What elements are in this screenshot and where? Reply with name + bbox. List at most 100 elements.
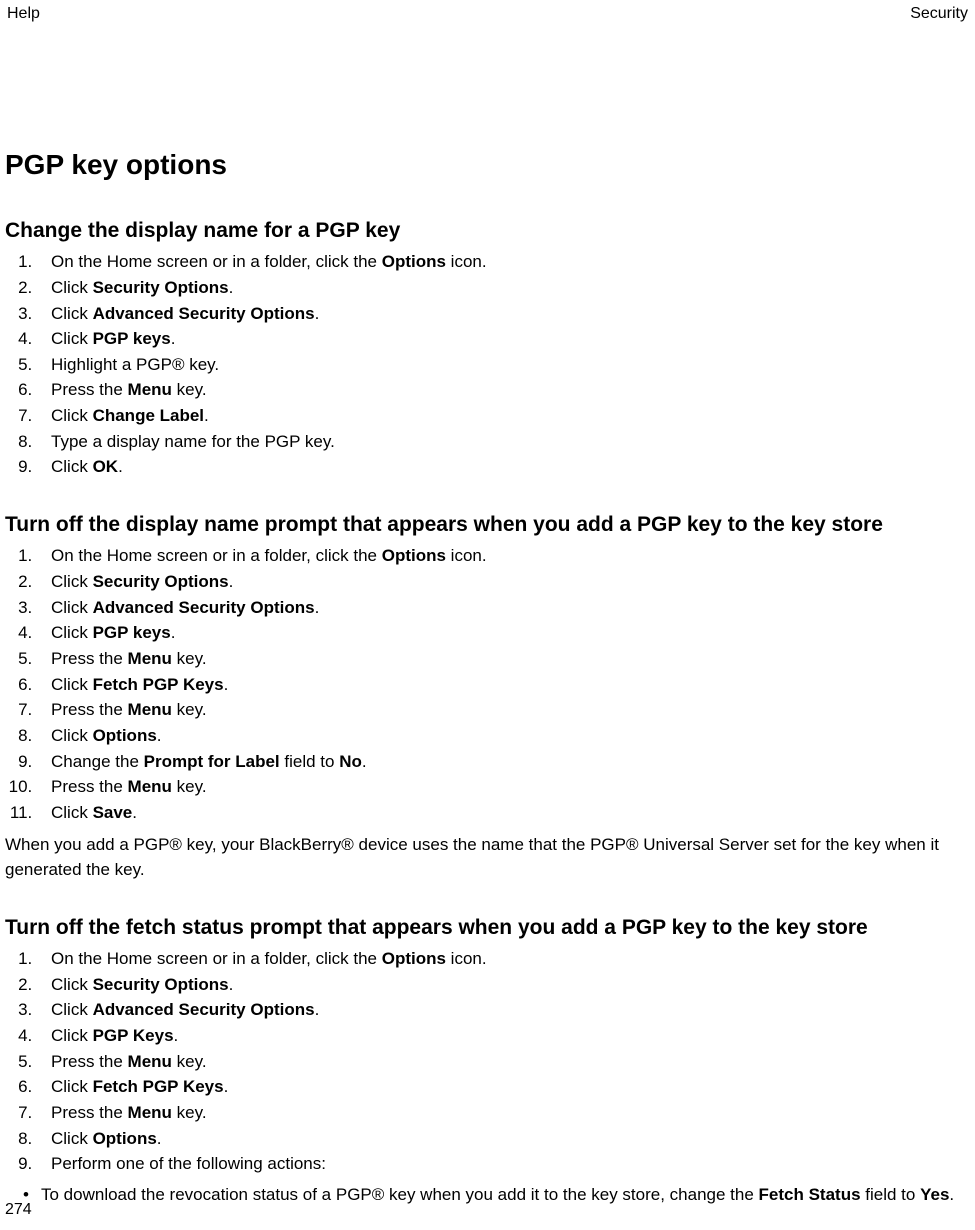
text-run: Perform one of the following actions:: [51, 1154, 326, 1173]
text-run: Click: [51, 304, 93, 323]
text-run: No: [339, 752, 362, 771]
text-run: .: [949, 1185, 954, 1204]
page-header: Help Security: [5, 0, 970, 25]
list-item: Click Security Options.: [37, 973, 970, 998]
text-run: key.: [172, 649, 207, 668]
text-run: .: [174, 1026, 179, 1045]
list-item: Press the Menu key.: [37, 647, 970, 672]
text-run: key.: [172, 1103, 207, 1122]
text-run: Click: [51, 457, 93, 476]
text-run: .: [315, 304, 320, 323]
header-right: Security: [910, 2, 968, 25]
list-item: Click Fetch PGP Keys.: [37, 1075, 970, 1100]
list-item: Click PGP keys.: [37, 621, 970, 646]
list-item: Perform one of the following actions:: [37, 1152, 970, 1177]
text-run: PGP Keys: [93, 1026, 174, 1045]
content-area: PGP key options Change the display name …: [5, 25, 970, 1207]
text-run: .: [132, 803, 137, 822]
text-run: key.: [172, 1052, 207, 1071]
list-item: Click Security Options.: [37, 570, 970, 595]
text-run: On the Home screen or in a folder, click…: [51, 546, 382, 565]
text-run: Security Options: [93, 278, 229, 297]
list-item: Press the Menu key.: [37, 775, 970, 800]
text-run: Fetch PGP Keys: [93, 675, 224, 694]
text-run: Click: [51, 1026, 93, 1045]
text-run: Click: [51, 1129, 93, 1148]
text-run: .: [157, 1129, 162, 1148]
text-run: Security Options: [93, 572, 229, 591]
list-item: Click PGP Keys.: [37, 1024, 970, 1049]
text-run: Fetch PGP Keys: [93, 1077, 224, 1096]
list-item: Click Options.: [37, 724, 970, 749]
list-item: Click OK.: [37, 455, 970, 480]
text-run: .: [229, 278, 234, 297]
text-run: Click: [51, 623, 93, 642]
text-run: When you add a PGP® key, your BlackBerry…: [5, 835, 939, 879]
text-run: Options: [382, 252, 446, 271]
text-run: icon.: [446, 546, 487, 565]
text-run: Prompt for Label: [144, 752, 280, 771]
text-run: Press the: [51, 1103, 128, 1122]
bullet-list: To download the revocation status of a P…: [23, 1183, 970, 1208]
list-item: Press the Menu key.: [37, 1050, 970, 1075]
list-item: Click Advanced Security Options.: [37, 596, 970, 621]
text-run: .: [229, 975, 234, 994]
text-run: Change the: [51, 752, 144, 771]
text-run: field to: [280, 752, 340, 771]
text-run: Security Options: [93, 975, 229, 994]
text-run: .: [315, 598, 320, 617]
text-run: On the Home screen or in a folder, click…: [51, 252, 382, 271]
text-run: Press the: [51, 380, 128, 399]
list-item: Click Advanced Security Options.: [37, 302, 970, 327]
text-run: .: [315, 1000, 320, 1019]
text-run: Save: [93, 803, 133, 822]
text-run: Click: [51, 406, 93, 425]
text-run: Menu: [128, 649, 172, 668]
text-run: Options: [382, 546, 446, 565]
text-run: Menu: [128, 777, 172, 796]
text-run: Press the: [51, 1052, 128, 1071]
text-run: Options: [93, 1129, 157, 1148]
text-run: key.: [172, 700, 207, 719]
list-item: Click PGP keys.: [37, 327, 970, 352]
text-run: Fetch Status: [759, 1185, 861, 1204]
text-run: field to: [861, 1185, 921, 1204]
list-item: Change the Prompt for Label field to No.: [37, 750, 970, 775]
section-heading: Turn off the fetch status prompt that ap…: [5, 913, 970, 943]
section-tail-paragraph: When you add a PGP® key, your BlackBerry…: [5, 833, 970, 882]
text-run: Advanced Security Options: [93, 304, 315, 323]
text-run: On the Home screen or in a folder, click…: [51, 949, 382, 968]
list-item: On the Home screen or in a folder, click…: [37, 947, 970, 972]
text-run: Press the: [51, 777, 128, 796]
text-run: Change Label: [93, 406, 204, 425]
list-item: Press the Menu key.: [37, 698, 970, 723]
list-item: Click Advanced Security Options.: [37, 998, 970, 1023]
list-item: On the Home screen or in a folder, click…: [37, 544, 970, 569]
steps-list: On the Home screen or in a folder, click…: [5, 544, 970, 825]
text-run: .: [118, 457, 123, 476]
list-item: To download the revocation status of a P…: [23, 1183, 970, 1208]
text-run: Click: [51, 975, 93, 994]
list-item: Press the Menu key.: [37, 1101, 970, 1126]
list-item: Click Change Label.: [37, 404, 970, 429]
text-run: .: [204, 406, 209, 425]
text-run: Click: [51, 329, 93, 348]
text-run: Menu: [128, 700, 172, 719]
text-run: Click: [51, 675, 93, 694]
text-run: Advanced Security Options: [93, 1000, 315, 1019]
text-run: PGP keys: [93, 329, 171, 348]
text-run: Type a display name for the PGP key.: [51, 432, 335, 451]
text-run: .: [229, 572, 234, 591]
text-run: Click: [51, 726, 93, 745]
text-run: Click: [51, 1077, 93, 1096]
text-run: Menu: [128, 1052, 172, 1071]
text-run: Click: [51, 598, 93, 617]
list-item: Type a display name for the PGP key.: [37, 430, 970, 455]
text-run: icon.: [446, 949, 487, 968]
text-run: Press the: [51, 700, 128, 719]
text-run: To download the revocation status of a P…: [41, 1185, 759, 1204]
text-run: key.: [172, 380, 207, 399]
text-run: Highlight a PGP® key.: [51, 355, 219, 374]
section-heading: Turn off the display name prompt that ap…: [5, 510, 970, 540]
text-run: Advanced Security Options: [93, 598, 315, 617]
